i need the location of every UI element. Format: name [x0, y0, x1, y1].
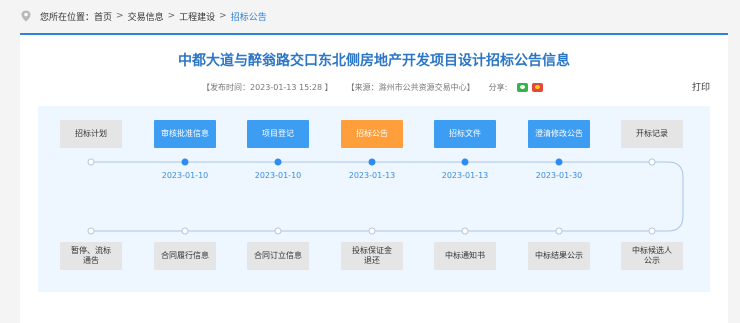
flow-step-bottom-1[interactable]: 暂停、流标 通告 [60, 242, 122, 270]
flow-step-bottom-6[interactable]: 中标结果公示 [528, 242, 590, 270]
share-label: 分享: [488, 83, 508, 92]
flow-step-bottom-4[interactable]: 投标保证金 退还 [341, 242, 403, 270]
flow-node-top-5 [461, 158, 469, 166]
flow-node-bottom-6 [555, 227, 563, 235]
wechat-share-icon[interactable] [517, 83, 529, 92]
flow-step-top-2[interactable]: 审核批准信息 [154, 120, 216, 148]
page-title: 中都大道与醉翁路交口东北侧房地产开发项目设计招标公告信息 [178, 53, 570, 69]
flow-date: 2023-01-13 [441, 171, 489, 180]
flow-step-top-1[interactable]: 招标计划 [60, 120, 122, 148]
flow-step-top-3[interactable]: 项目登记 [247, 120, 309, 148]
flow-date: 2023-01-10 [254, 171, 302, 180]
flow-node-top-1 [87, 158, 95, 166]
flow-step-top-5[interactable]: 招标文件 [434, 120, 496, 148]
breadcrumb-separator: > [219, 11, 227, 21]
breadcrumb-current[interactable]: 招标公告 [231, 10, 267, 23]
flow-step-bottom-3[interactable]: 合同订立信息 [247, 242, 309, 270]
flow-node-bottom-7 [648, 227, 656, 235]
flow-step-top-7[interactable]: 开标记录 [621, 120, 683, 148]
flow-date: 2023-01-10 [161, 171, 209, 180]
breadcrumb-construction[interactable]: 工程建设 [179, 10, 215, 23]
flow-node-top-3 [274, 158, 282, 166]
announcement-card: 中都大道与醉翁路交口东北侧房地产开发项目设计招标公告信息 【发布时间：2023-… [20, 33, 728, 323]
location-pin-icon [21, 10, 31, 22]
breadcrumb-separator: > [116, 11, 124, 21]
weibo-share-icon[interactable] [532, 83, 544, 92]
flow-node-bottom-1 [87, 227, 95, 235]
flow-node-top-4 [368, 158, 376, 166]
breadcrumb-home[interactable]: 首页 [94, 10, 112, 23]
source: 【来源：滁州市公共资源交易中心】 [346, 83, 475, 92]
flow-step-bottom-2[interactable]: 合同履行信息 [154, 242, 216, 270]
flow-node-bottom-3 [274, 227, 282, 235]
flow-node-bottom-2 [181, 227, 189, 235]
flow-step-top-4[interactable]: 招标公告 [341, 120, 403, 148]
article-meta: 【发布时间：2023-01-13 15:28 】 【来源：滁州市公共资源交易中心… [202, 82, 544, 93]
print-button[interactable]: 打印 [692, 80, 710, 93]
process-flow: 招标计划 审核批准信息 项目登记 招标公告 招标文件 澄清修改公告 开标记录 2023-01-… [38, 106, 710, 292]
breadcrumb-trade-info[interactable]: 交易信息 [128, 10, 164, 23]
breadcrumb: 您所在位置： 首页 > 交易信息 > 工程建设 > 招标公告 [20, 8, 267, 24]
flow-step-bottom-7[interactable]: 中标候选人 公示 [621, 242, 683, 270]
flow-node-top-6 [555, 158, 563, 166]
flow-node-top-2 [181, 158, 189, 166]
breadcrumb-prefix: 您所在位置： [40, 12, 95, 23]
flow-date: 2023-01-30 [535, 171, 583, 180]
flow-node-top-7 [648, 158, 656, 166]
flow-step-top-6[interactable]: 澄清修改公告 [528, 120, 590, 148]
publish-time: 【发布时间：2023-01-13 15:28 】 [202, 83, 333, 92]
flow-node-bottom-5 [461, 227, 469, 235]
flow-date: 2023-01-13 [348, 171, 396, 180]
breadcrumb-separator: > [167, 11, 176, 21]
flow-node-bottom-4 [368, 227, 376, 235]
flow-step-bottom-5[interactable]: 中标通知书 [434, 242, 496, 270]
